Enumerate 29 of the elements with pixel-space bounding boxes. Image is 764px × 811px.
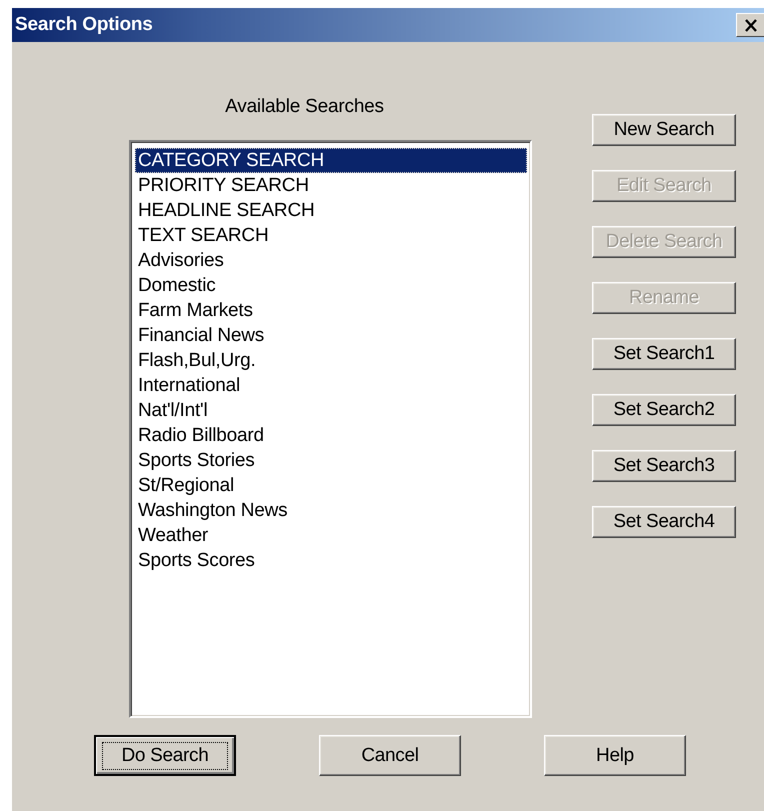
list-item[interactable]: TEXT SEARCH bbox=[135, 223, 527, 248]
dialog-button[interactable]: Cancel bbox=[319, 735, 461, 776]
list-item[interactable]: Sports Scores bbox=[135, 548, 527, 573]
list-item[interactable]: CATEGORY SEARCH bbox=[135, 148, 527, 173]
list-label: Available Searches bbox=[225, 95, 384, 118]
action-button[interactable]: New Search bbox=[592, 114, 736, 146]
list-item[interactable]: Sports Stories bbox=[135, 448, 527, 473]
list-item[interactable]: International bbox=[135, 373, 527, 398]
list-item[interactable]: PRIORITY SEARCH bbox=[135, 173, 527, 198]
dialog-button[interactable]: Do Search bbox=[94, 735, 236, 776]
close-icon bbox=[744, 18, 758, 32]
list-item[interactable]: Advisories bbox=[135, 248, 527, 273]
list-item[interactable]: Farm Markets bbox=[135, 298, 527, 323]
list-item[interactable]: Flash,Bul,Urg. bbox=[135, 348, 527, 373]
close-button[interactable] bbox=[736, 13, 764, 37]
list-item[interactable]: St/Regional bbox=[135, 473, 527, 498]
action-button[interactable]: Set Search1 bbox=[592, 338, 736, 370]
list-item[interactable]: Washington News bbox=[135, 498, 527, 523]
list-item[interactable]: Domestic bbox=[135, 273, 527, 298]
window-title: Search Options bbox=[14, 14, 153, 36]
dialog-button[interactable]: Help bbox=[544, 735, 686, 776]
action-button[interactable]: Set Search2 bbox=[592, 394, 736, 426]
list-item[interactable]: HEADLINE SEARCH bbox=[135, 198, 527, 223]
list-item[interactable]: Weather bbox=[135, 523, 527, 548]
action-button[interactable]: Set Search4 bbox=[592, 506, 736, 538]
list-item[interactable]: Radio Billboard bbox=[135, 423, 527, 448]
list-item[interactable]: Nat'l/Int'l bbox=[135, 398, 527, 423]
list-item[interactable]: Financial News bbox=[135, 323, 527, 348]
action-button[interactable]: Set Search3 bbox=[592, 450, 736, 482]
